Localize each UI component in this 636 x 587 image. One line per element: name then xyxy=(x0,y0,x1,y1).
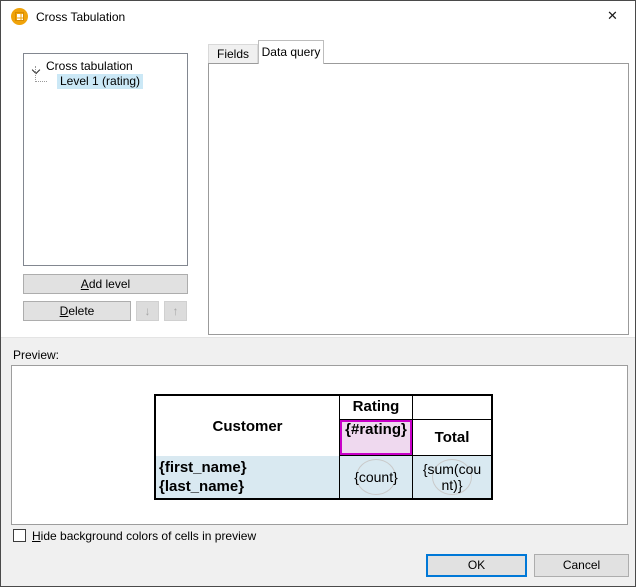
total-header-cell[interactable]: Total xyxy=(413,420,491,456)
tab-pane xyxy=(208,63,629,335)
customer-header-cell[interactable]: Customer xyxy=(156,396,340,456)
bottom-section: Preview: Customer Rating {#rating} Total… xyxy=(1,337,635,587)
tab-data-query[interactable]: Data query xyxy=(258,40,324,64)
row-header-cell[interactable]: {first_name} {last_name} xyxy=(156,456,340,498)
tree-connector xyxy=(35,66,47,82)
rating-header-cell[interactable]: Rating xyxy=(340,396,413,420)
levels-tree: Cross tabulation Level 1 (rating) xyxy=(23,53,188,266)
preview-label: Preview: xyxy=(13,348,59,362)
cross-tabulation-dialog: Cross Tabulation ✕ Cross tabulation Leve… xyxy=(0,0,636,587)
delete-button[interactable]: Delete xyxy=(23,301,131,321)
tab-fields[interactable]: Fields xyxy=(208,44,258,64)
row-header-line2: {last_name} xyxy=(159,477,339,496)
tree-root-label[interactable]: Cross tabulation xyxy=(46,58,133,74)
hide-colors-checkbox[interactable] xyxy=(13,529,26,542)
count-cell[interactable]: {count} xyxy=(340,456,413,498)
move-up-button[interactable]: ↑ xyxy=(164,301,187,321)
corner-cell[interactable] xyxy=(413,396,491,420)
preview-panel: Customer Rating {#rating} Total {first_n… xyxy=(11,365,628,525)
add-level-button[interactable]: Add level xyxy=(23,274,188,294)
cancel-button[interactable]: Cancel xyxy=(534,554,629,577)
move-down-button[interactable]: ↓ xyxy=(136,301,159,321)
row-header-line1: {first_name} xyxy=(159,458,339,477)
ok-button[interactable]: OK xyxy=(426,554,527,577)
rating-field-cell[interactable]: {#rating} xyxy=(340,420,413,456)
close-icon[interactable]: ✕ xyxy=(590,1,635,31)
crosstab-icon xyxy=(11,8,28,25)
tree-item-level1[interactable]: Level 1 (rating) xyxy=(57,74,143,89)
hide-colors-label[interactable]: Hide background colors of cells in previ… xyxy=(32,529,256,543)
window-title: Cross Tabulation xyxy=(36,10,125,24)
sum-cell[interactable]: {sum(count)} xyxy=(413,456,491,498)
crosstab-preview-table: Customer Rating {#rating} Total {first_n… xyxy=(154,394,493,500)
arrow-up-icon: ↑ xyxy=(173,304,179,318)
arrow-down-icon: ↓ xyxy=(145,304,151,318)
title-bar: Cross Tabulation ✕ xyxy=(1,1,635,32)
